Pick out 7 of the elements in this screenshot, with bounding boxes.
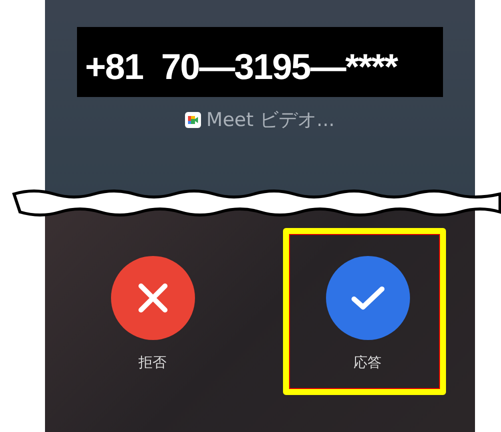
action-label: 応答 — [354, 354, 382, 372]
phone-number: +81 70—3195—**** — [77, 27, 443, 97]
checkmark-icon — [350, 284, 386, 312]
close-icon — [136, 281, 170, 315]
video-camera-icon — [185, 112, 202, 128]
app-label: Meet ビデオ... — [206, 108, 335, 133]
action-label: 拒否 — [138, 354, 166, 372]
